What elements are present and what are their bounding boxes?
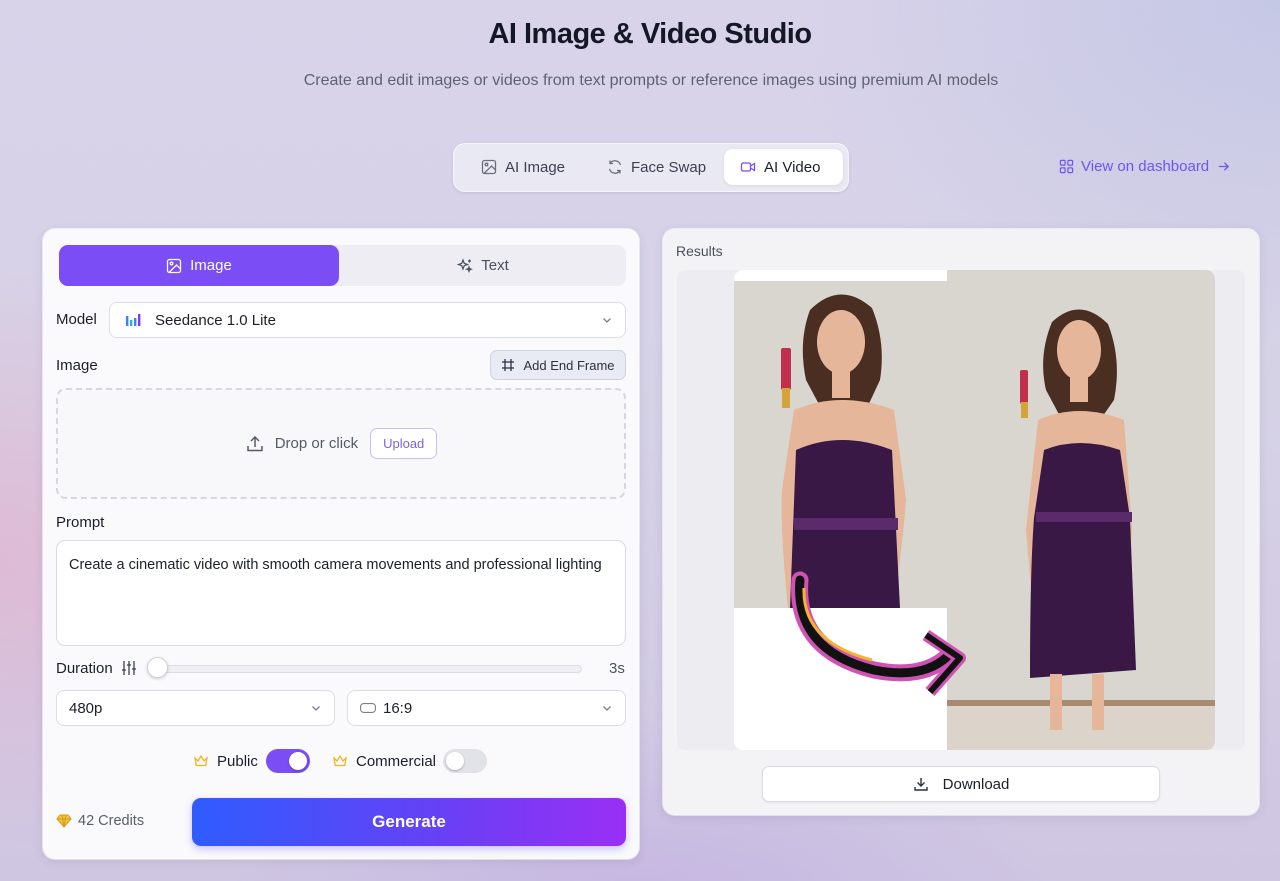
image-icon [166, 258, 182, 273]
input-type-tabs: Image Text [59, 245, 626, 286]
resolution-value: 480p [69, 699, 103, 717]
public-label: Public [217, 753, 258, 770]
generate-button[interactable]: Generate [192, 798, 626, 846]
bar-chart-icon [126, 314, 141, 326]
chevron-down-icon [603, 318, 611, 323]
aspect-ratio-select[interactable]: 16:9 [347, 690, 626, 726]
aspect-ratio-icon [360, 703, 376, 713]
prompt-label: Prompt [56, 514, 105, 531]
model-label: Model [56, 311, 97, 328]
duration-label: Duration [56, 660, 113, 677]
credits-label: 42 Credits [78, 813, 145, 829]
add-end-frame-button[interactable]: Add End Frame [490, 350, 626, 380]
resolution-select[interactable]: 480p [56, 690, 335, 726]
chevron-down-icon [312, 706, 320, 711]
page-title: AI Image & Video Studio [488, 18, 812, 50]
toggle-knob [289, 752, 307, 770]
duration-slider-track[interactable] [161, 665, 582, 673]
frame-icon [502, 359, 515, 371]
add-end-frame-label: Add End Frame [523, 357, 615, 373]
prompt-textarea[interactable]: Create a cinematic video with smooth cam… [56, 540, 626, 646]
image-icon [481, 159, 497, 175]
download-label: Download [942, 775, 1010, 793]
tab-ai-image-label: AI Image [505, 158, 566, 176]
view-on-dashboard-label: View on dashboard [1081, 158, 1210, 175]
page-subtitle: Create and edit images or videos from te… [303, 72, 999, 89]
results-title: Results [676, 243, 723, 259]
settings-panel: Image Text Model Seedance 1.0 Lite Image… [43, 229, 639, 859]
image-dropzone[interactable]: Drop or click Upload [56, 388, 626, 499]
commercial-label: Commercial [356, 753, 437, 770]
duration-slider-handle[interactable] [147, 657, 168, 678]
arrow-right-icon [1218, 162, 1230, 171]
tab-image-input[interactable]: Image [59, 245, 339, 286]
aspect-ratio-value: 16:9 [383, 699, 413, 717]
tab-ai-video-label: AI Video [764, 158, 821, 176]
crown-icon [333, 755, 347, 767]
download-icon [913, 778, 928, 791]
image-label: Image [56, 357, 98, 374]
download-button[interactable]: Download [762, 766, 1160, 802]
sliders-icon [122, 661, 136, 675]
tab-face-swap[interactable]: Face Swap [591, 149, 722, 185]
result-image [734, 270, 1215, 750]
drop-text: Drop or click [274, 435, 359, 452]
model-select[interactable]: Seedance 1.0 Lite [109, 302, 626, 338]
refresh-icon [608, 160, 622, 174]
tab-face-swap-label: Face Swap [631, 158, 707, 176]
view-on-dashboard-link[interactable]: View on dashboard [1059, 158, 1231, 175]
crown-icon [194, 755, 208, 767]
duration-value: 3s [609, 660, 625, 677]
model-value: Seedance 1.0 Lite [155, 311, 276, 329]
mode-tabs: AI Image Face Swap AI Video [453, 143, 849, 192]
tab-ai-video[interactable]: AI Video [724, 149, 843, 185]
results-panel: Results Download [663, 229, 1259, 815]
toggle-knob [446, 752, 464, 770]
tab-image-input-label: Image [190, 257, 232, 274]
tab-text-input-label: Text [481, 257, 509, 274]
tab-text-input[interactable]: Text [343, 245, 623, 286]
result-preview [677, 270, 1245, 750]
grid-icon [1059, 159, 1074, 174]
commercial-toggle[interactable] [443, 749, 487, 773]
public-toggle[interactable] [266, 749, 310, 773]
diamond-icon [56, 814, 72, 828]
chevron-down-icon [603, 706, 611, 711]
upload-button[interactable]: Upload [370, 428, 438, 459]
tab-ai-image[interactable]: AI Image [465, 149, 581, 185]
video-icon [740, 162, 756, 172]
sparkle-icon [457, 257, 474, 273]
upload-icon [246, 435, 263, 451]
